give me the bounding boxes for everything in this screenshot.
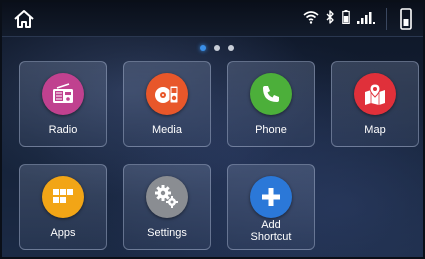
status-divider (386, 8, 387, 30)
tile-media[interactable]: Media (123, 61, 211, 147)
tile-add-shortcut[interactable]: Add Shortcut (227, 164, 315, 250)
apps-icon (42, 176, 84, 218)
radio-icon (42, 73, 84, 115)
tile-label: Radio (48, 124, 78, 136)
tile-label: Map (364, 124, 386, 136)
bluetooth-icon (326, 9, 335, 29)
tile-label: Settings (147, 227, 187, 239)
home-icon[interactable] (12, 8, 36, 30)
page-indicator (200, 45, 234, 51)
wifi-icon (303, 10, 319, 29)
tile-phone[interactable]: Phone (227, 61, 315, 147)
tile-settings[interactable]: Settings (123, 164, 211, 250)
status-bar (2, 2, 423, 37)
phone-icon (250, 73, 292, 115)
page-dot-1[interactable] (200, 45, 206, 51)
tile-apps[interactable]: Apps (19, 164, 107, 250)
tile-label: Add Shortcut (250, 219, 292, 243)
tile-label: Media (152, 124, 182, 136)
gears-icon (146, 176, 188, 218)
tile-map[interactable]: Map (331, 61, 419, 147)
battery-icon (342, 9, 350, 29)
phone-device-icon[interactable] (399, 8, 413, 30)
tile-label: Phone (255, 124, 287, 136)
signal-icon (357, 10, 375, 29)
plus-icon (250, 176, 292, 218)
tile-radio[interactable]: Radio (19, 61, 107, 147)
page-dot-2[interactable] (214, 45, 220, 51)
tile-label: Apps (50, 227, 76, 239)
media-icon (146, 73, 188, 115)
map-icon (354, 73, 396, 115)
page-dot-3[interactable] (228, 45, 234, 51)
head-unit-screen: Radio Media Phone Map Apps Settings Add … (0, 0, 425, 259)
status-icons (303, 9, 375, 29)
